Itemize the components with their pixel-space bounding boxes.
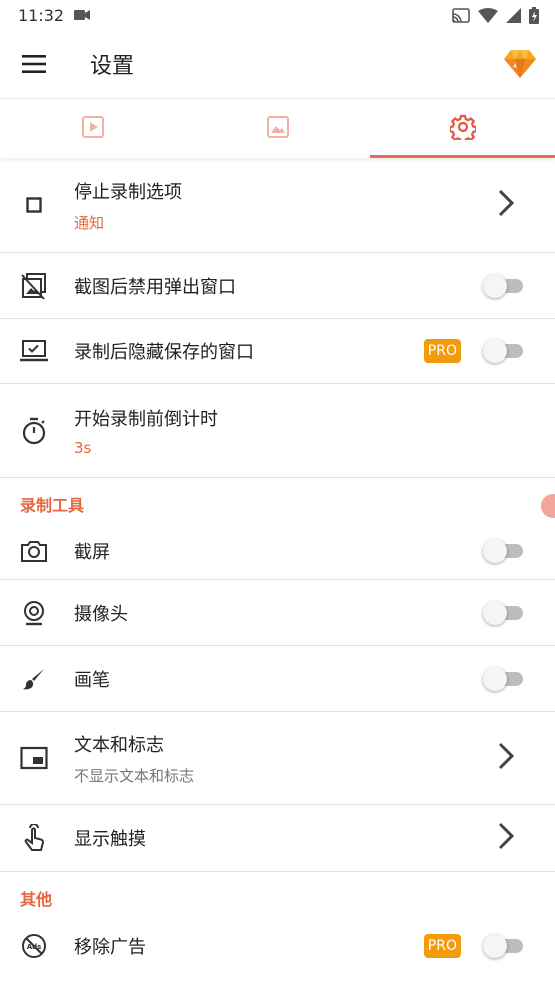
text-logo-label: 文本和标志 [74, 734, 164, 756]
webcam-row[interactable]: 摄像头 [0, 580, 555, 646]
tab-bar [0, 98, 555, 158]
screenshot-row[interactable]: 截屏 [0, 522, 555, 580]
signal-icon [506, 7, 521, 23]
countdown-label: 开始录制前倒计时 [74, 408, 218, 430]
disable-popup-toggle[interactable] [483, 273, 525, 299]
brush-icon [20, 665, 48, 693]
text-logo-row[interactable]: 文本和标志 不显示文本和标志 [0, 712, 555, 805]
hide-saved-window-toggle[interactable] [483, 338, 525, 364]
no-image-popup-icon [20, 272, 48, 300]
tab-images[interactable] [185, 99, 370, 158]
chevron-right-icon [497, 742, 515, 774]
battery-icon [529, 6, 539, 24]
laptop-check-icon [20, 337, 48, 365]
cast-icon [452, 7, 470, 23]
picture-in-picture-icon [20, 744, 48, 772]
page-title: 设置 [90, 54, 135, 79]
tab-settings[interactable] [370, 99, 555, 158]
tab-video[interactable] [0, 99, 185, 158]
menu-icon[interactable] [22, 51, 48, 77]
webcam-label: 摄像头 [74, 603, 128, 625]
screenshot-label: 截屏 [74, 541, 110, 563]
camera-icon [20, 537, 48, 565]
countdown-value: 3s [74, 438, 92, 457]
remove-ads-row[interactable]: Ads 移除广告 PRO [0, 916, 555, 976]
disable-popup-row[interactable]: 截图后禁用弹出窗口 [0, 253, 555, 319]
brush-label: 画笔 [74, 669, 110, 691]
premium-gem-icon[interactable] [503, 46, 537, 84]
brush-toggle[interactable] [483, 666, 525, 692]
timer-icon [20, 417, 48, 445]
status-time: 11:32 [18, 5, 65, 25]
countdown-row[interactable]: 开始录制前倒计时 3s [0, 384, 555, 478]
text-logo-value: 不显示文本和标志 [74, 766, 195, 785]
section-header-other: 其他 [20, 890, 53, 909]
stop-options-row[interactable]: 停止录制选项 通知 [0, 158, 555, 253]
wifi-icon [478, 7, 498, 23]
stop-options-label: 停止录制选项 [74, 181, 182, 203]
webcam-toggle[interactable] [483, 600, 525, 626]
image-icon [266, 115, 290, 143]
gear-icon [448, 114, 477, 144]
webcam-icon [20, 599, 48, 627]
brush-row[interactable]: 画笔 [0, 646, 555, 712]
svg-text:Ads: Ads [27, 943, 42, 951]
stop-icon [20, 191, 48, 219]
chevron-right-icon [497, 822, 515, 854]
disable-popup-label: 截图后禁用弹出窗口 [74, 276, 236, 298]
stop-options-value: 通知 [74, 213, 105, 232]
show-touches-row[interactable]: 显示触摸 [0, 805, 555, 872]
screenshot-toggle[interactable] [483, 538, 525, 564]
video-camera-icon [74, 9, 91, 21]
hide-saved-window-label: 录制后隐藏保存的窗口 [74, 342, 254, 363]
hide-saved-window-row[interactable]: 录制后隐藏保存的窗口 PRO [0, 319, 555, 384]
remove-ads-toggle[interactable] [483, 933, 525, 959]
pro-badge: PRO [423, 934, 461, 958]
status-bar: 11:32 [0, 0, 555, 30]
chevron-right-icon [497, 189, 515, 221]
app-bar: 设置 [0, 30, 555, 98]
pro-badge: PRO [423, 339, 461, 363]
touch-icon [20, 824, 48, 852]
show-touches-label: 显示触摸 [74, 829, 146, 850]
no-ads-icon: Ads [20, 932, 48, 960]
remove-ads-label: 移除广告 [74, 937, 146, 958]
section-header-tools: 录制工具 [20, 496, 85, 515]
play-icon [81, 115, 105, 143]
